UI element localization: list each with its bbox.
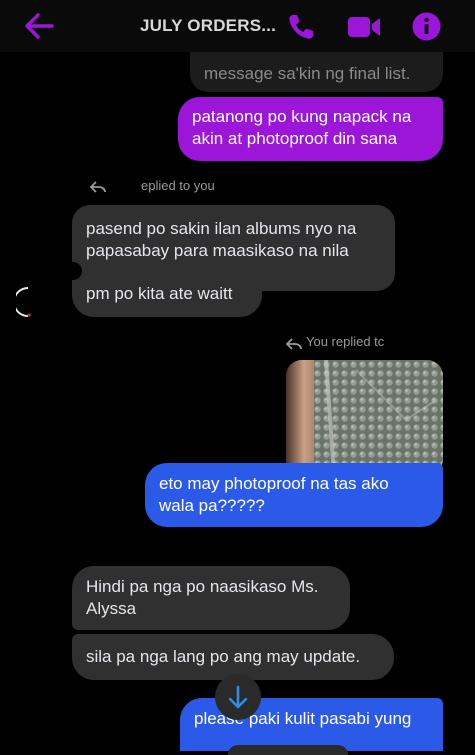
conversation-header: JULY ORDERS... <box>0 0 475 52</box>
message-bubble-outgoing[interactable]: message sa'kin ng final list. <box>190 52 443 92</box>
arrow-down-icon <box>228 685 248 709</box>
reply-arrow-icon <box>90 181 106 193</box>
scroll-to-bottom-button[interactable] <box>215 674 261 720</box>
message-text: sila pa nga lang po ang may update. <box>86 647 361 666</box>
message-line: eto may photoproof na tas ako <box>159 474 389 493</box>
message-line: patanong po kung napack na <box>192 107 412 126</box>
message-line: Alyssa <box>86 599 137 618</box>
message-text: pm po kita ate waitt <box>86 284 233 303</box>
message-bubble-incoming[interactable]: Hindi pa nga po naasikaso Ms. Alyssa <box>72 566 350 630</box>
avatar-dot <box>64 262 82 280</box>
bubble-wrap-photo[interactable] <box>286 360 443 475</box>
message-bubble-outgoing[interactable]: eto may photoproof na tas ako wala pa???… <box>145 463 443 527</box>
message-line: papasabay para maasikaso na nila <box>86 241 349 260</box>
loading-spinner-icon <box>16 287 31 317</box>
back-arrow-icon[interactable] <box>22 10 56 42</box>
info-icon[interactable] <box>412 12 441 41</box>
reply-arrow-icon <box>286 338 302 350</box>
conversation-title[interactable]: JULY ORDERS... <box>140 16 276 36</box>
video-call-icon[interactable] <box>346 13 382 41</box>
message-line: pasend po sakin ilan albums nyo na <box>86 219 357 238</box>
message-line: Hindi pa nga po naasikaso Ms. <box>86 577 319 596</box>
next-message-edge <box>228 745 348 755</box>
message-bubble-outgoing[interactable]: patanong po kung napack na akin at photo… <box>178 97 443 161</box>
reply-context-label: eplied to you <box>141 178 215 193</box>
phone-icon[interactable] <box>286 12 316 42</box>
reply-context-label: You replied tc <box>306 334 385 349</box>
message-text: message sa'kin ng final list. <box>204 64 411 83</box>
message-line: akin at photoproof din sana <box>192 129 398 148</box>
message-bubble-incoming[interactable]: pm po kita ate waitt <box>72 271 262 317</box>
message-line: wala pa????? <box>159 496 265 515</box>
